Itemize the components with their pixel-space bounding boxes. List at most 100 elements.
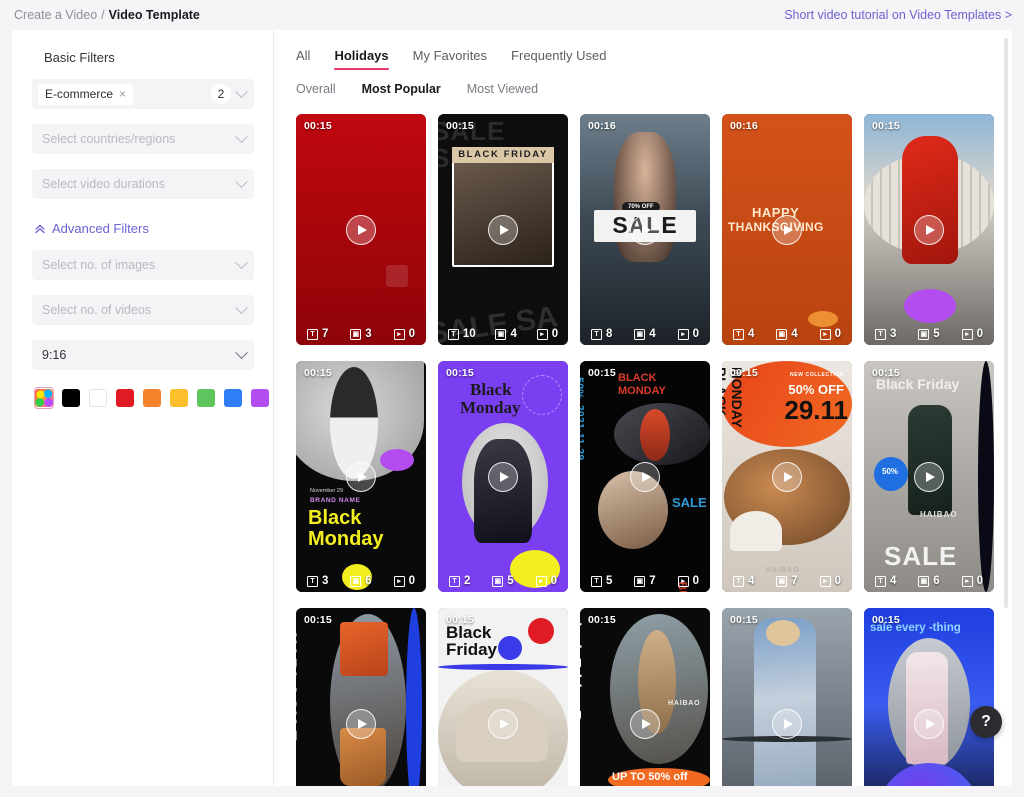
chevron-down-icon [235,174,248,188]
countries-placeholder: Select countries/regions [42,132,176,146]
stat-item: ▣ 4 [634,328,656,340]
stat-value: 0 [408,575,416,587]
images-count-filter[interactable]: Select no. of images [32,250,254,280]
aspect-ratio-filter[interactable]: 9:16 [32,340,254,370]
stat-item: ▣ 3 [350,328,372,340]
color-swatch-green[interactable] [196,387,216,409]
play-button[interactable] [630,708,660,739]
template-thumbnail: AY BLACK F [296,608,426,786]
color-swatch-purple[interactable] [250,387,270,409]
image-count-icon: ▣ [492,575,504,587]
stat-item: ▣ 7 [634,575,656,587]
image-count-icon: ▣ [918,328,930,340]
duration-badge: 00:16 [730,120,758,132]
template-card[interactable]: HAPPY THANKSGIVING 00:16 T 4 ▣ 4 ▸ 0 [722,114,852,345]
template-card[interactable]: 50%2021-11-29BLACKMONDAYSALEBUY00:15T5▣7… [580,361,710,592]
durations-filter[interactable]: Select video durations [32,169,254,199]
play-button[interactable] [772,708,802,739]
category-filter[interactable]: E-commerce × 2 [32,79,254,109]
play-button[interactable] [914,214,944,245]
video-count-icon: ▸ [393,575,405,587]
chevron-down-icon [235,255,248,269]
tab-frequently-used[interactable]: Frequently Used [511,48,606,70]
tab-all[interactable]: All [296,48,310,70]
category-chip[interactable]: E-commerce × [38,83,134,105]
play-button[interactable] [488,461,518,492]
color-swatch-orange[interactable] [142,387,162,409]
play-button[interactable] [346,214,376,245]
thumbnail-text: SALE [884,540,958,571]
filters-sidebar: Basic Filters E-commerce × 2 Select coun… [12,30,274,786]
template-card[interactable]: November 29 BRAND NAME Black Monday 00:15 T 3 ▣… [296,361,426,592]
stat-item: ▣ 5 [492,575,514,587]
template-card[interactable]: BLACK MONDAY NEW COLLECTION 50% OFF 29.11 HAI… [722,361,852,592]
advanced-filters-label: Advanced Filters [52,221,149,236]
countries-filter[interactable]: Select countries/regions [32,124,254,154]
sort-tab-overall[interactable]: Overall [296,82,336,96]
thumbnail-text: BLACK FRIDAY [452,147,554,163]
template-card[interactable]: SALE SALESALE SABLACK FRIDAY00:15T10▣4▸0 [438,114,568,345]
play-button[interactable] [346,461,376,492]
thumbnail-text: BLACK [722,367,729,416]
close-icon[interactable]: × [119,88,126,100]
play-button[interactable] [914,708,944,739]
color-swatch-red[interactable] [115,387,135,409]
thumbnail-text: MONDAY [618,385,666,397]
color-swatch-white[interactable] [88,387,108,409]
image-count-icon: ▣ [918,575,930,587]
stat-item: T4 [732,328,754,340]
vertical-scrollbar[interactable] [1004,38,1008,608]
thumbnail-text: Monday [460,398,521,417]
template-card[interactable]: 00:15 T 3 ▣ 5 ▸ 0 [864,114,994,345]
template-card[interactable]: Black Monday 00:15 T 2 ▣ 5 ▸ 0 [438,361,568,592]
thumbnail-shape [978,361,994,592]
play-button[interactable] [630,214,660,245]
stat-item: T 10 [447,328,476,340]
breadcrumb-parent[interactable]: Create a Video [14,8,97,22]
template-card[interactable]: Black Friday 00:15 [438,608,568,786]
color-swatch-yellow[interactable] [169,387,189,409]
template-card[interactable]: 00:15 [722,608,852,786]
stat-item: ▸ 0 [819,575,841,587]
tab-holidays[interactable]: Holidays [334,48,389,70]
play-button[interactable] [488,214,518,245]
sort-tab-most-popular[interactable]: Most Popular [362,82,441,96]
sort-tab-most-viewed[interactable]: Most Viewed [467,82,538,96]
color-swatch-rainbow[interactable] [34,387,54,409]
color-swatch-blue[interactable] [223,387,243,409]
text-count-icon: T [447,328,459,340]
template-card[interactable]: lack Friday B HAIBAO UP TO 50% off 00:15 [580,608,710,786]
help-button[interactable]: ? [970,706,1002,738]
tutorial-link[interactable]: Short video tutorial on Video Templates … [784,8,1012,22]
duration-badge: 00:15 [872,120,900,132]
color-swatch-row [34,387,269,409]
template-stats: T 3 ▣ 5 ▸ 0 [864,328,994,340]
play-button[interactable] [488,708,518,739]
duration-badge: 00:15 [446,614,474,626]
category-chip-label: E-commerce [45,87,114,101]
tab-my-favorites[interactable]: My Favorites [413,48,487,70]
template-card[interactable]: Black Friday 50% HAIBAO SALE 00:15 T 4 ▣ 6 ▸ 0 [864,361,994,592]
color-swatch-black[interactable] [61,387,81,409]
play-button[interactable] [346,708,376,739]
thumbnail-text: HAIBAO [668,700,701,707]
thumbnail-text: 29.11 [784,395,848,425]
stat-item: ▣ 7 [776,575,798,587]
color-swatch-fill [251,389,269,407]
template-card[interactable]: sale every -thingB ... K00:15 [864,608,994,786]
play-button[interactable] [772,214,802,245]
app-shell: Basic Filters E-commerce × 2 Select coun… [12,30,1012,786]
thumbnail-text: Black [308,507,362,529]
template-card[interactable]: 00:15 T 7 ▣ 3 ▸ 0 [296,114,426,345]
thumbnail-shape [808,311,838,327]
stat-value: 5 [507,575,514,587]
stat-item: T7 [306,328,328,340]
videos-placeholder: Select no. of videos [42,303,152,317]
advanced-filters-toggle[interactable]: Advanced Filters [34,221,253,236]
play-button[interactable] [772,461,802,492]
play-button[interactable] [914,461,944,492]
template-card[interactable]: 70% OFF SALE 00:16 T 8 ▣ 4 ▸ 0 [580,114,710,345]
videos-count-filter[interactable]: Select no. of videos [32,295,254,325]
template-card[interactable]: AY BLACK F 00:15 [296,608,426,786]
play-button[interactable] [630,461,660,492]
